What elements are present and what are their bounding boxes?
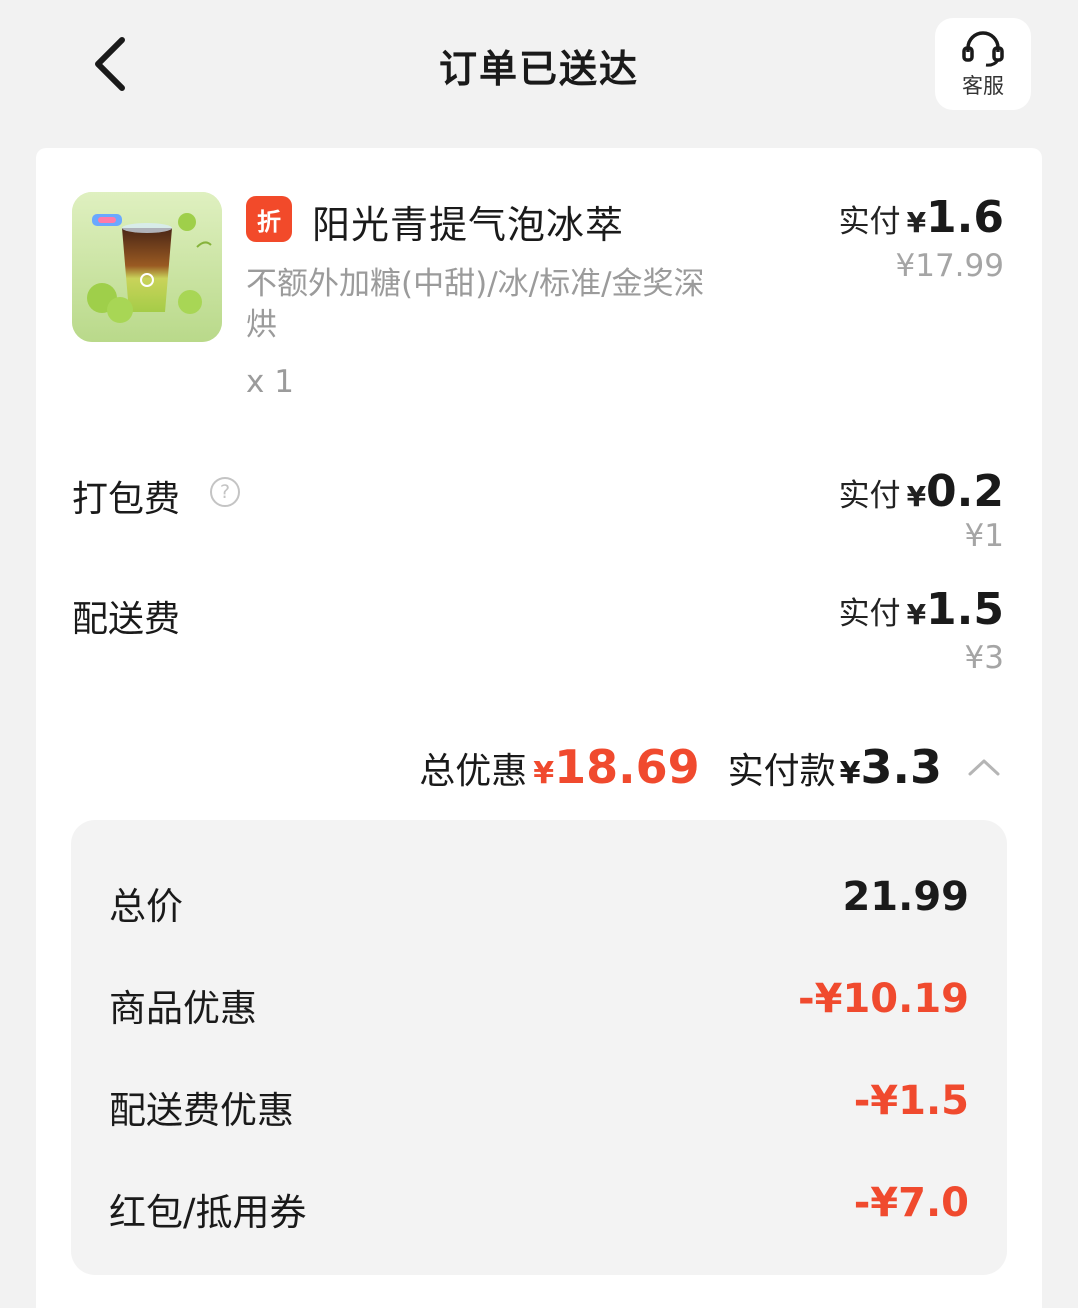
header: 订单已送达 客服	[0, 0, 1078, 140]
breakdown-row-product-discount: 商品优惠 -¥10.19	[71, 970, 1007, 1030]
product-spec: 不额外加糖(中甜)/冰/标准/金奖深烘	[246, 266, 705, 343]
customer-service-label: 客服	[962, 74, 1004, 98]
product-name[interactable]: 阳光青提气泡冰萃	[312, 194, 624, 249]
packing-fee-original: ¥1	[964, 518, 1004, 554]
yen-symbol: ¥	[839, 756, 861, 791]
product-original-price: ¥17.99	[895, 248, 1004, 284]
total-discount-amount: 18.69	[554, 740, 700, 794]
yen-symbol: ¥	[533, 756, 555, 791]
breakdown-row-delivery-discount: 配送费优惠 -¥1.5	[71, 1072, 1007, 1132]
breakdown-row-coupon: 红包/抵用券 -¥7.0	[71, 1174, 1007, 1234]
paid-prefix: 实付	[838, 478, 901, 514]
drink-illustration	[72, 192, 222, 342]
price-summary[interactable]: 总优惠 ¥ 18.69 实付款 ¥ 3.3	[419, 740, 1004, 794]
paid-prefix: 实付	[838, 204, 901, 240]
paid-amount: 1.6	[926, 192, 1004, 243]
amount-paid-label: 实付款	[727, 751, 836, 792]
breakdown-value: -¥1.5	[853, 1078, 969, 1124]
breakdown-label: 配送费优惠	[109, 1089, 294, 1132]
product-paid-price: 实付 ¥1.6	[839, 192, 1004, 243]
breakdown-label: 红包/抵用券	[109, 1191, 307, 1234]
price-breakdown-panel: 总价 21.99 商品优惠 -¥10.19 配送费优惠 -¥1.5 红包/抵用券…	[71, 820, 1007, 1275]
breakdown-label: 总价	[109, 885, 183, 928]
paid-prefix: 实付	[838, 596, 901, 632]
page-title: 订单已送达	[438, 47, 639, 91]
breakdown-value: 21.99	[842, 874, 969, 920]
yen-symbol: ¥	[906, 206, 927, 239]
delivery-fee-original: ¥3	[964, 640, 1004, 676]
paid-amount: 0.2	[926, 466, 1004, 517]
breakdown-value: -¥10.19	[798, 976, 969, 1022]
paid-amount: 1.5	[926, 584, 1004, 635]
chevron-up-icon[interactable]	[964, 752, 1004, 782]
headset-icon	[962, 31, 1004, 67]
breakdown-label: 商品优惠	[109, 987, 257, 1030]
help-icon[interactable]: ?	[210, 477, 240, 507]
total-discount-label: 总优惠	[419, 751, 528, 792]
product-quantity: x 1	[246, 364, 294, 400]
yen-symbol: ¥	[906, 480, 927, 513]
amount-paid-value: 3.3	[860, 740, 943, 794]
order-detail-card: 折 阳光青提气泡冰萃 不额外加糖(中甜)/冰/标准/金奖深烘 x 1 实付 ¥1.…	[36, 148, 1042, 1308]
delivery-fee-label: 配送费	[72, 599, 181, 640]
breakdown-value: -¥7.0	[853, 1180, 969, 1226]
delivery-fee-paid: 实付 ¥1.5	[839, 584, 1004, 635]
customer-service-button[interactable]: 客服	[935, 18, 1031, 110]
breakdown-row-total: 总价 21.99	[71, 868, 1007, 928]
yen-symbol: ¥	[906, 598, 927, 631]
discount-tag: 折	[246, 196, 292, 242]
packing-fee-label: 打包费	[72, 479, 181, 520]
product-image[interactable]	[72, 192, 222, 342]
packing-fee-paid: 实付 ¥0.2	[839, 466, 1004, 517]
